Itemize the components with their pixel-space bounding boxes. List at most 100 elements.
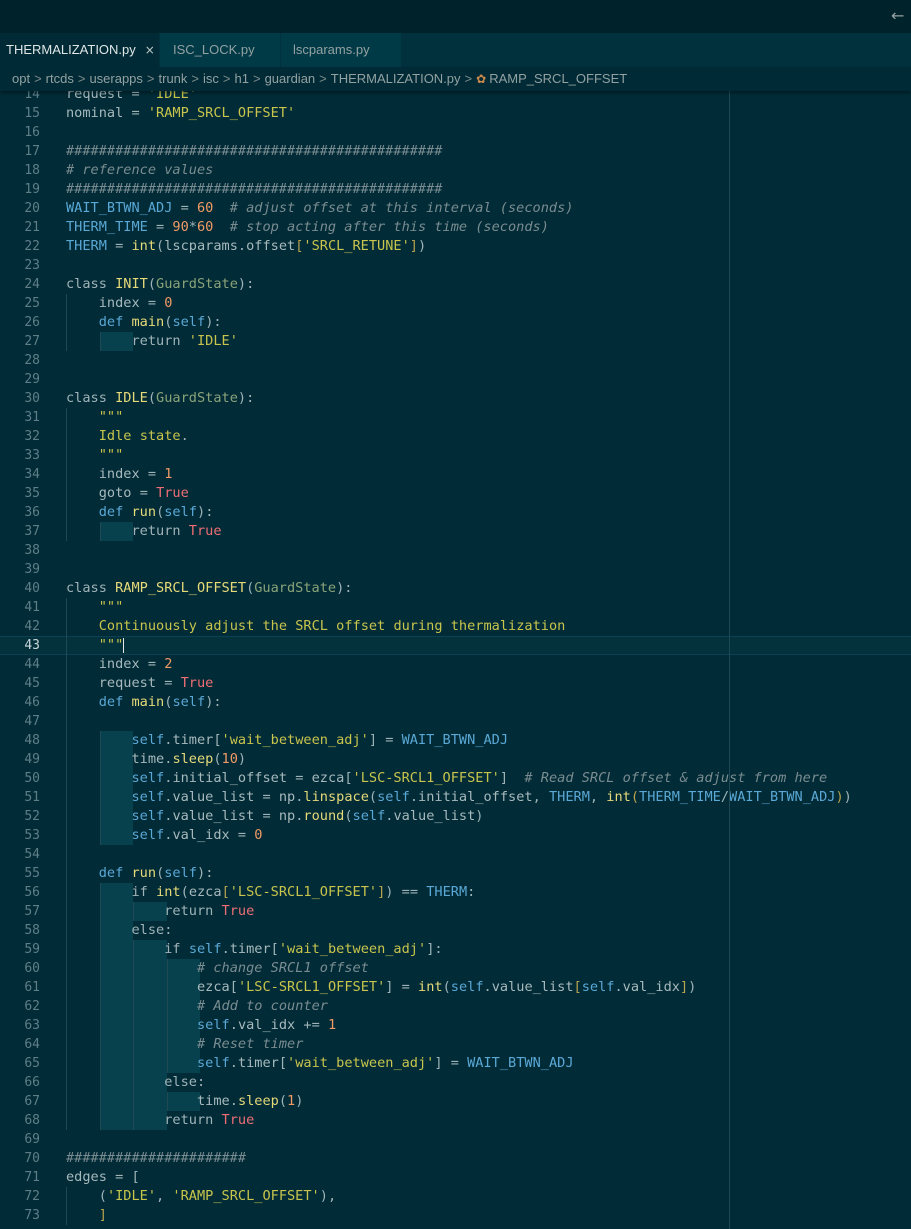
line-number: 43 xyxy=(24,638,40,653)
line-number: 47 xyxy=(24,714,40,729)
code-line[interactable]: 26 def main(self): xyxy=(0,313,911,332)
code-line[interactable]: 48 self.timer['wait_between_adj'] = WAIT… xyxy=(0,731,911,750)
breadcrumb-item[interactable]: rtcds xyxy=(46,71,74,86)
code-line[interactable]: 71 edges = [ xyxy=(0,1168,911,1187)
code-line[interactable]: 36 def run(self): xyxy=(0,503,911,522)
code-line[interactable]: 70 ###################### xyxy=(0,1149,911,1168)
code-line[interactable]: 32 Idle state. xyxy=(0,427,911,446)
code-line[interactable]: 40 class RAMP_SRCL_OFFSET(GuardState): xyxy=(0,579,911,598)
code-line[interactable]: 39 xyxy=(0,560,911,579)
vertical-ruler xyxy=(729,91,730,1229)
code-editor[interactable]: 14 request = 'IDLE' 15 nominal = 'RAMP_SRCL… xyxy=(0,91,911,1229)
code-line[interactable]: 52 self.value_list = np.round(self.value… xyxy=(0,807,911,826)
code-line[interactable]: 56 if int(ezca['LSC-SRCL1_OFFSET']) == T… xyxy=(0,883,911,902)
code-line[interactable]: 47 xyxy=(0,712,911,731)
code-text: self.initial_offset = ezca['LSC-SRCL1_OF… xyxy=(131,770,828,786)
code-line[interactable]: 46 def main(self): xyxy=(0,693,911,712)
line-number: 15 xyxy=(24,106,40,121)
code-line[interactable]: 22 THERM = int(lscparams.offset['SRCL_RET… xyxy=(0,237,911,256)
chevron-right-icon: > xyxy=(222,71,231,86)
line-number: 55 xyxy=(24,866,40,881)
code-line[interactable]: 64 # Reset timer xyxy=(0,1035,911,1054)
code-line[interactable]: 34 index = 1 xyxy=(0,465,911,484)
tab-lscparams[interactable]: lscparams.py xyxy=(281,33,402,67)
breadcrumb-item[interactable]: isc xyxy=(203,71,219,86)
breadcrumb-item[interactable]: THERMALIZATION.py xyxy=(331,71,461,86)
code-line[interactable]: 25 index = 0 xyxy=(0,294,911,313)
code-line[interactable]: 20 WAIT_BTWN_ADJ = 60 # adjust offset at … xyxy=(0,199,911,218)
code-line[interactable]: 44 index = 2 xyxy=(0,655,911,674)
breadcrumb-item[interactable]: guardian xyxy=(265,71,316,86)
code-line[interactable]: 58 else: xyxy=(0,921,911,940)
code-line[interactable]: 33 """ xyxy=(0,446,911,465)
code-text: class RAMP_SRCL_OFFSET(GuardState): xyxy=(66,580,353,596)
code-line[interactable]: 18 # reference values xyxy=(0,161,911,180)
code-line[interactable]: 45 request = True xyxy=(0,674,911,693)
breadcrumb-item[interactable]: trunk xyxy=(159,71,188,86)
line-number: 22 xyxy=(24,239,40,254)
code-line[interactable]: 69 xyxy=(0,1130,911,1149)
line-number: 60 xyxy=(24,961,40,976)
code-line[interactable]: 16 xyxy=(0,123,911,142)
code-line[interactable]: 29 xyxy=(0,370,911,389)
breadcrumb-item[interactable]: opt xyxy=(12,71,30,86)
code-line[interactable]: 55 def run(self): xyxy=(0,864,911,883)
code-line[interactable]: 37 return True xyxy=(0,522,911,541)
code-text: def main(self): xyxy=(98,694,222,710)
code-line[interactable]: 17 ######################################… xyxy=(0,142,911,161)
code-line[interactable]: 43 """ xyxy=(0,636,911,655)
code-line[interactable]: 23 xyxy=(0,256,911,275)
code-line[interactable]: 53 self.val_idx = 0 xyxy=(0,826,911,845)
tab-thermalization[interactable]: THERMALIZATION.py × xyxy=(0,33,160,67)
code-line[interactable]: 41 """ xyxy=(0,598,911,617)
code-line[interactable]: 59 if self.timer['wait_between_adj']: xyxy=(0,940,911,959)
line-number: 68 xyxy=(24,1113,40,1128)
code-text: self.timer['wait_between_adj'] = WAIT_BT… xyxy=(197,1055,574,1071)
code-line[interactable]: 42 Continuously adjust the SRCL offset d… xyxy=(0,617,911,636)
code-line[interactable]: 35 goto = True xyxy=(0,484,911,503)
close-icon[interactable]: × xyxy=(145,33,155,67)
code-text: ] xyxy=(98,1207,107,1223)
code-line[interactable]: 65 self.timer['wait_between_adj'] = WAIT… xyxy=(0,1054,911,1073)
code-line[interactable]: 21 THERM_TIME = 90*60 # stop acting after… xyxy=(0,218,911,237)
code-line[interactable]: 73 ] xyxy=(0,1206,911,1225)
code-line[interactable]: 68 return True xyxy=(0,1111,911,1130)
code-text: class INIT(GuardState): xyxy=(66,276,255,292)
code-line[interactable]: 19 ######################################… xyxy=(0,180,911,199)
code-line[interactable]: 14 request = 'IDLE' xyxy=(0,91,911,104)
code-text: return 'IDLE' xyxy=(131,333,238,349)
code-text: else: xyxy=(164,1074,206,1090)
breadcrumb-symbol[interactable]: RAMP_SRCL_OFFSET xyxy=(489,71,627,86)
code-line[interactable]: 72 ('IDLE', 'RAMP_SRCL_OFFSET'), xyxy=(0,1187,911,1206)
code-line[interactable]: 57 return True xyxy=(0,902,911,921)
breadcrumb-item[interactable]: h1 xyxy=(235,71,249,86)
code-line[interactable]: 27 return 'IDLE' xyxy=(0,332,911,351)
code-text: THERM = int(lscparams.offset['SRCL_RETUN… xyxy=(66,238,427,254)
code-line[interactable]: 49 time.sleep(10) xyxy=(0,750,911,769)
code-line[interactable]: 15 nominal = 'RAMP_SRCL_OFFSET' xyxy=(0,104,911,123)
code-line[interactable]: 30 class IDLE(GuardState): xyxy=(0,389,911,408)
code-line[interactable]: 51 self.value_list = np.linspace(self.in… xyxy=(0,788,911,807)
code-text: else: xyxy=(131,922,173,938)
code-line[interactable]: 24 class INIT(GuardState): xyxy=(0,275,911,294)
line-number: 17 xyxy=(24,144,40,159)
code-line[interactable]: 31 """ xyxy=(0,408,911,427)
code-text: ###################### xyxy=(66,1150,247,1166)
code-text: def run(self): xyxy=(98,504,214,520)
code-line[interactable]: 66 else: xyxy=(0,1073,911,1092)
line-number: 53 xyxy=(24,828,40,843)
code-line[interactable]: 62 # Add to counter xyxy=(0,997,911,1016)
chevron-right-icon: > xyxy=(191,71,200,86)
tab-isc-lock[interactable]: ISC_LOCK.py xyxy=(160,33,281,67)
arrow-left-icon[interactable]: ← xyxy=(891,6,911,26)
breadcrumb-item[interactable]: userapps xyxy=(89,71,142,86)
line-number: 26 xyxy=(24,315,40,330)
code-line[interactable]: 67 time.sleep(1) xyxy=(0,1092,911,1111)
code-line[interactable]: 63 self.val_idx += 1 xyxy=(0,1016,911,1035)
code-line[interactable]: 50 self.initial_offset = ezca['LSC-SRCL1… xyxy=(0,769,911,788)
code-line[interactable]: 38 xyxy=(0,541,911,560)
code-line[interactable]: 61 ezca['LSC-SRCL1_OFFSET'] = int(self.v… xyxy=(0,978,911,997)
code-line[interactable]: 54 xyxy=(0,845,911,864)
code-line[interactable]: 28 xyxy=(0,351,911,370)
code-line[interactable]: 60 # change SRCL1 offset xyxy=(0,959,911,978)
